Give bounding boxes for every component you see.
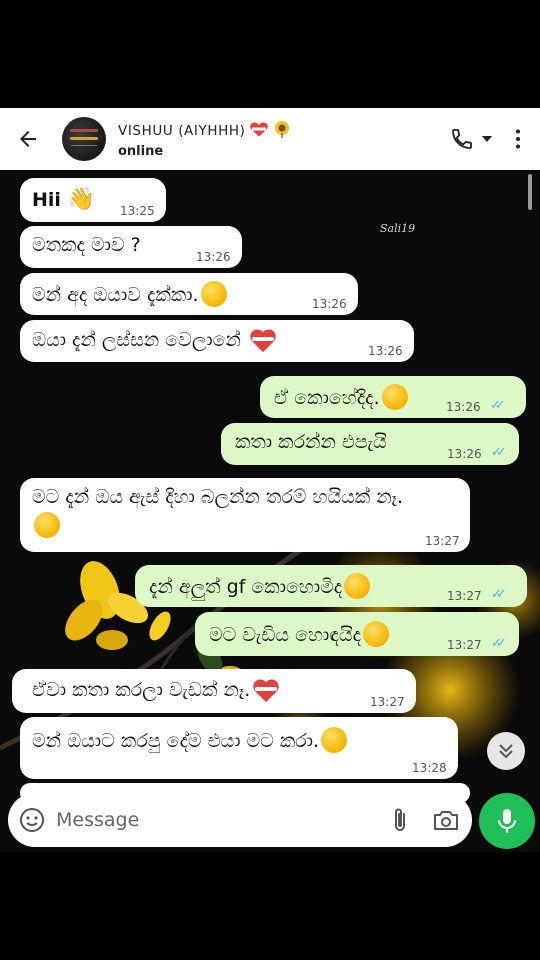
attach-button[interactable]: [380, 807, 420, 833]
phone-icon: [452, 129, 472, 149]
message-outgoing[interactable]: මට වැඩිය හොඳයිද 13:27 ✓✓: [195, 612, 519, 656]
message-time: 13:26: [446, 400, 481, 414]
read-receipt-icon: ✓✓: [491, 445, 507, 460]
hand-over-mouth-emoji: [200, 281, 227, 307]
microphone-icon: [498, 809, 516, 833]
smiling-face-emoji: [363, 621, 390, 647]
message-time: 13:27: [447, 589, 482, 603]
message-incoming[interactable]: මන් අද ඔයාව දැක්කා. 13:26: [20, 273, 358, 315]
bandaged-heart-emoji: [252, 678, 280, 702]
message-time: 13:27: [425, 534, 460, 548]
contact-name-row: VISHUU (AIYHHH): [118, 120, 450, 139]
message-text: මන් අද ඔයාව දැක්කා.: [32, 281, 227, 307]
wallpaper-watermark: Sali19: [380, 222, 416, 235]
header-actions: [450, 127, 526, 151]
sad-tear-emoji: [321, 727, 348, 753]
dropdown-caret-icon: [482, 136, 492, 142]
camera-button[interactable]: [420, 809, 472, 831]
bandaged-heart-icon: [250, 122, 269, 136]
top-letterbox: [0, 0, 540, 108]
back-arrow-icon: [20, 131, 36, 147]
message-body: දැන් අලුත් gf කොහොමිද: [149, 576, 343, 598]
message-time: 13:26: [368, 344, 403, 358]
message-body: ඒ කොහේදිද.: [274, 387, 380, 409]
message-input[interactable]: [56, 809, 380, 831]
message-time: 13:26: [196, 250, 231, 264]
contact-info[interactable]: VISHUU (AIYHHH) online: [118, 120, 450, 159]
message-text: මට දැන් ඔය ඇස් දිහා බලන්න තරම් හයියක් නෑ…: [32, 483, 412, 541]
voice-call-button[interactable]: [450, 127, 492, 151]
message-composer: [8, 793, 472, 847]
message-incoming[interactable]: ඒවා කතා කරලා වැඩක් නෑ. 13:27: [12, 669, 416, 713]
read-receipt-icon: ✓✓: [491, 587, 507, 602]
message-incoming[interactable]: මන් ඔයාට කරපු දේම එයා මට කරා. 13:28: [20, 717, 458, 779]
message-incoming[interactable]: Hii 👋 13:25: [20, 178, 166, 222]
emoji-button[interactable]: [8, 807, 56, 833]
message-incoming[interactable]: මට දැන් ඔය ඇස් දිහා බලන්න තරම් හයියක් නෑ…: [20, 478, 470, 552]
contact-status: online: [118, 143, 164, 159]
chat-header: VISHUU (AIYHHH) online: [0, 108, 540, 170]
voice-message-button[interactable]: [479, 793, 535, 849]
message-outgoing[interactable]: ඒ කොහේදිද. 13:26 ✓✓: [260, 376, 526, 418]
message-text: කතා කරන්න එපැයි: [235, 431, 387, 453]
message-outgoing[interactable]: දැන් අලුත් gf කොහොමිද 13:27 ✓✓: [135, 565, 527, 607]
message-body: Hii: [32, 189, 61, 211]
message-body: ඔයා දැන් ලස්සන වෙලානේ: [32, 329, 241, 351]
message-body: මන් ඔයාට කරපු දේම එයා මට කරා.: [32, 730, 320, 752]
contact-name: VISHUU (AIYHHH): [118, 122, 246, 139]
message-text: Hii 👋: [32, 187, 95, 212]
message-time: 13:25: [120, 204, 155, 218]
message-body: ඒවා කතා කරලා වැඩක් නෑ.: [32, 679, 251, 701]
message-body: මන් අද ඔයාව දැක්කා.: [32, 284, 199, 306]
message-time: 13:27: [370, 695, 405, 709]
message-text: ඔයා දැන් ලස්සන වෙලානේ: [32, 328, 277, 352]
message-time: 13:27: [447, 638, 482, 652]
bottom-letterbox: [0, 852, 540, 960]
sticker-icon: [20, 807, 45, 832]
bandaged-heart-emoji: [249, 328, 277, 352]
chat-area[interactable]: Sali19 Hii 👋 13:25 මතකද මාව ? 13:26 මන් …: [0, 170, 540, 852]
camera-icon: [434, 811, 458, 830]
waving-hand-emoji: 👋: [67, 187, 95, 212]
message-text: දැන් අලුත් gf කොහොමිද: [149, 573, 371, 599]
message-time: 13:26: [447, 447, 482, 461]
more-options-button[interactable]: [510, 129, 526, 149]
scroll-to-bottom-button[interactable]: [487, 732, 525, 770]
read-receipt-icon: ✓✓: [490, 398, 506, 413]
message-text: මන් ඔයාට කරපු දේම එයා මට කරා.: [32, 727, 348, 753]
message-text: ඒවා කතා කරලා වැඩක් නෑ.: [32, 678, 280, 702]
message-body: මට දැන් ඔය ඇස් දිහා බලන්න තරම් හයියක් නෑ…: [32, 486, 404, 508]
message-time: 13:28: [412, 761, 447, 775]
sad-tear-emoji: [34, 512, 60, 538]
message-body: මට වැඩිය හොඳයිද: [209, 624, 362, 646]
kebab-menu-icon: [516, 129, 520, 149]
paperclip-icon: [395, 808, 405, 831]
message-text: මතකද මාව ?: [32, 234, 141, 256]
message-incoming[interactable]: මතකද මාව ? 13:26: [20, 226, 242, 268]
message-text: ඒ කොහේදිද.: [274, 384, 408, 410]
chat-scrollbar[interactable]: [528, 174, 532, 210]
smiling-face-emoji: [381, 384, 408, 410]
read-receipt-icon: ✓✓: [491, 636, 507, 651]
double-chevron-down-icon: [499, 744, 513, 759]
message-text: මට වැඩිය හොඳයිද: [209, 621, 390, 647]
contact-avatar[interactable]: [62, 117, 106, 161]
message-incoming[interactable]: ඔයා දැන් ලස්සන වෙලානේ 13:26: [20, 320, 414, 362]
message-time: 13:26: [312, 297, 347, 311]
smiling-halo-emoji: [344, 573, 371, 599]
message-outgoing[interactable]: කතා කරන්න එපැයි 13:26 ✓✓: [221, 423, 519, 465]
sunflower-icon: [275, 120, 290, 138]
back-button[interactable]: [0, 108, 56, 170]
